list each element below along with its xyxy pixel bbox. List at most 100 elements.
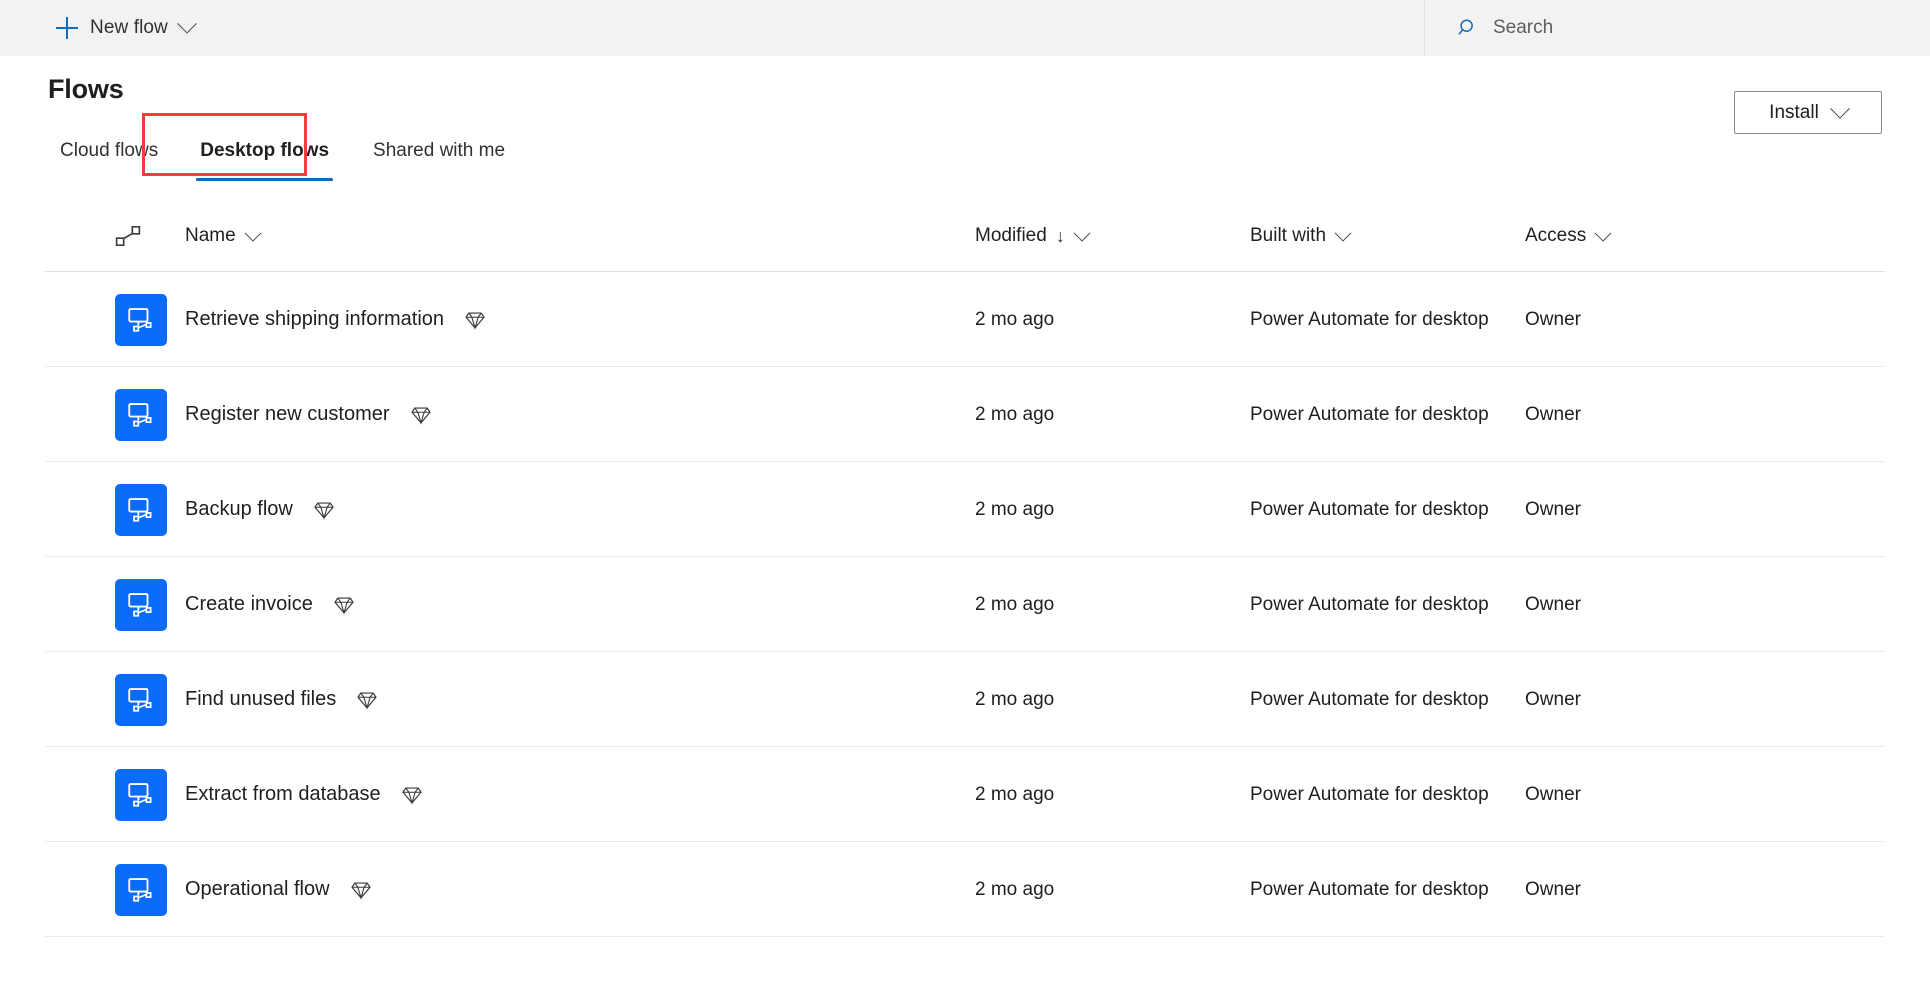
- row-name-cell: Register new customer: [185, 403, 975, 426]
- desktop-flow-icon[interactable]: [115, 388, 167, 441]
- column-header-name[interactable]: Name: [185, 224, 975, 247]
- flow-name-link[interactable]: Register new customer: [185, 403, 390, 426]
- flow-name-link[interactable]: Find unused files: [185, 688, 336, 711]
- column-header-built-with-button[interactable]: Built with: [1250, 224, 1352, 247]
- column-header-label: Built with: [1250, 225, 1327, 246]
- column-header-access[interactable]: Access: [1525, 224, 1930, 247]
- desktop-flow-icon[interactable]: [115, 673, 167, 726]
- modified-value: 2 mo ago: [975, 688, 1055, 710]
- column-header-modified[interactable]: Modified ↓: [975, 224, 1250, 247]
- row-icon-cell: [0, 578, 185, 631]
- premium-diamond-icon: [350, 879, 372, 901]
- desktop-flow-icon[interactable]: [115, 863, 167, 916]
- row-access-cell: Owner: [1525, 309, 1930, 331]
- command-bar-right: Search: [1424, 0, 1930, 56]
- desktop-flow-icon[interactable]: [115, 578, 167, 631]
- column-header-built-with[interactable]: Built with: [1250, 224, 1525, 247]
- access-value: Owner: [1525, 688, 1581, 710]
- column-header-access-button[interactable]: Access: [1525, 224, 1612, 247]
- tab-cloud-flows[interactable]: Cloud flows: [44, 130, 174, 172]
- table-row[interactable]: Retrieve shipping information 2 mo ago Pow…: [0, 272, 1930, 367]
- row-built-with-cell: Power Automate for desktop: [1250, 689, 1525, 711]
- table-body: Retrieve shipping information 2 mo ago Pow…: [0, 272, 1930, 937]
- flow-name-link[interactable]: Operational flow: [185, 878, 330, 901]
- flow-name-link[interactable]: Create invoice: [185, 593, 313, 616]
- new-flow-label: New flow: [90, 17, 168, 38]
- row-built-with-cell: Power Automate for desktop: [1250, 784, 1525, 806]
- flow-link-icon: [115, 225, 141, 247]
- sort-descending-icon: ↓: [1055, 226, 1065, 246]
- access-value: Owner: [1525, 878, 1581, 900]
- desktop-flow-icon[interactable]: [115, 293, 167, 346]
- desktop-flow-icon[interactable]: [115, 483, 167, 536]
- table-row[interactable]: Create invoice 2 mo ago Power Automate for…: [0, 557, 1930, 652]
- flows-table: Name Modified ↓ Built with Access Retrie…: [0, 200, 1930, 937]
- page-title: Flows: [48, 74, 124, 104]
- table-row[interactable]: Register new customer 2 mo ago Power Autom…: [0, 367, 1930, 462]
- row-name-cell: Extract from database: [185, 783, 975, 806]
- row-built-with-cell: Power Automate for desktop: [1250, 499, 1525, 521]
- row-icon-cell: [0, 863, 185, 916]
- column-header-modified-button[interactable]: Modified ↓: [975, 224, 1091, 247]
- row-icon-cell: [0, 483, 185, 536]
- row-access-cell: Owner: [1525, 404, 1930, 426]
- plus-icon: [56, 17, 78, 39]
- column-header-label: Name: [185, 225, 236, 246]
- column-header-icon[interactable]: [0, 223, 185, 249]
- modified-value: 2 mo ago: [975, 403, 1055, 425]
- modified-value: 2 mo ago: [975, 783, 1055, 805]
- row-icon-cell: [0, 293, 185, 346]
- search-input[interactable]: Search: [1425, 0, 1930, 56]
- table-row[interactable]: Backup flow 2 mo ago Power Automate for de…: [0, 462, 1930, 557]
- column-header-name-button[interactable]: Name: [185, 224, 262, 247]
- tab-label: Cloud flows: [60, 140, 159, 161]
- flow-name-link[interactable]: Backup flow: [185, 498, 293, 521]
- premium-diamond-icon: [401, 784, 423, 806]
- row-name-cell: Retrieve shipping information: [185, 308, 975, 331]
- chevron-down-icon: [1334, 224, 1352, 242]
- built-with-value: Power Automate for desktop: [1250, 308, 1489, 330]
- search-icon: [1458, 19, 1473, 35]
- table-row[interactable]: Find unused files 2 mo ago Power Automate …: [0, 652, 1930, 747]
- tab-label: Desktop flows: [200, 140, 330, 161]
- column-header-label: Modified: [975, 225, 1047, 246]
- modified-value: 2 mo ago: [975, 308, 1055, 330]
- flow-name-link[interactable]: Retrieve shipping information: [185, 308, 444, 331]
- row-name-cell: Find unused files: [185, 688, 975, 711]
- row-modified-cell: 2 mo ago: [975, 499, 1250, 521]
- premium-diamond-icon: [333, 594, 355, 616]
- row-name-cell: Create invoice: [185, 593, 975, 616]
- install-button[interactable]: Install: [1734, 91, 1882, 134]
- premium-diamond-icon: [313, 499, 335, 521]
- row-access-cell: Owner: [1525, 594, 1930, 616]
- modified-value: 2 mo ago: [975, 498, 1055, 520]
- table-row[interactable]: Operational flow 2 mo ago Power Automate f…: [0, 842, 1930, 937]
- access-value: Owner: [1525, 593, 1581, 615]
- premium-diamond-icon: [356, 689, 378, 711]
- table-header-row: Name Modified ↓ Built with Access: [0, 200, 1930, 272]
- built-with-value: Power Automate for desktop: [1250, 403, 1489, 425]
- chevron-down-icon: [1073, 224, 1091, 242]
- new-flow-button[interactable]: New flow: [48, 8, 202, 48]
- row-name-cell: Backup flow: [185, 498, 975, 521]
- access-value: Owner: [1525, 308, 1581, 330]
- chevron-down-icon: [1829, 98, 1850, 119]
- desktop-flow-icon[interactable]: [115, 768, 167, 821]
- built-with-value: Power Automate for desktop: [1250, 498, 1489, 520]
- tab-shared-with-me[interactable]: Shared with me: [357, 130, 521, 172]
- row-access-cell: Owner: [1525, 784, 1930, 806]
- premium-diamond-icon: [410, 404, 432, 426]
- built-with-value: Power Automate for desktop: [1250, 783, 1489, 805]
- tab-desktop-flows[interactable]: Desktop flows: [184, 130, 345, 181]
- flow-name-link[interactable]: Extract from database: [185, 783, 381, 806]
- row-modified-cell: 2 mo ago: [975, 689, 1250, 711]
- row-icon-cell: [0, 768, 185, 821]
- row-built-with-cell: Power Automate for desktop: [1250, 594, 1525, 616]
- row-access-cell: Owner: [1525, 499, 1930, 521]
- row-modified-cell: 2 mo ago: [975, 594, 1250, 616]
- row-modified-cell: 2 mo ago: [975, 404, 1250, 426]
- tab-list: Cloud flows Desktop flows Shared with me: [44, 130, 521, 190]
- row-access-cell: Owner: [1525, 689, 1930, 711]
- table-row[interactable]: Extract from database 2 mo ago Power Autom…: [0, 747, 1930, 842]
- built-with-value: Power Automate for desktop: [1250, 878, 1489, 900]
